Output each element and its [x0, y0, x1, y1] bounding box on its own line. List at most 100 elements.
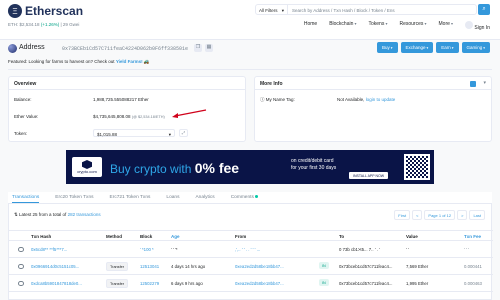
featured-notice: Featured: Looking for farms to harvest o… — [8, 59, 150, 65]
more-info-heading: More Info — [255, 77, 491, 90]
ad-banner[interactable]: crypto.com Buy crypto with 0% fee on cre… — [66, 150, 434, 184]
tab-transactions[interactable]: Transactions — [12, 192, 40, 203]
search-filter-dropdown[interactable]: All Filters ▾ — [256, 5, 288, 14]
heart-icon[interactable] — [470, 81, 476, 87]
token-label: Token: — [14, 131, 28, 136]
search-bar: All Filters ▾ Search by Address / Txn Has… — [255, 4, 477, 15]
avatar — [8, 44, 17, 53]
ether-value-rate: (@ $2,534.18/ETH) — [131, 115, 165, 119]
name-tag-label: ⓘ My Name Tag: — [260, 97, 295, 103]
chevron-down-icon: ▾ — [281, 8, 284, 13]
sign-in-link[interactable]: Sign In — [465, 21, 490, 31]
new-dot — [254, 195, 258, 198]
page-first[interactable]: First — [394, 210, 411, 220]
gaming-button[interactable]: Gaming — [461, 42, 490, 53]
eye-icon[interactable] — [18, 281, 24, 286]
tab-analytics[interactable]: Analytics — [195, 192, 214, 203]
page-indicator: Page 1 of 12 — [424, 210, 456, 220]
nav-home[interactable]: Home — [304, 21, 317, 31]
to-address: 0x73bceb1cd57c711feac4... — [339, 264, 393, 269]
from-address[interactable]: ,',.. ' ' . . ' ' ' ... — [235, 247, 260, 252]
banner-headline-bold: 0% fee — [194, 160, 240, 176]
banner-headline: Buy crypto with 0% fee — [110, 160, 239, 176]
balance-label: Balance: — [14, 97, 32, 102]
nav-blockchain[interactable]: Blockchain — [329, 21, 356, 31]
login-link[interactable]: login to update — [366, 97, 396, 102]
txn-age: 4 days 14 hrs ago — [171, 264, 206, 269]
block-number[interactable]: 12502279 — [140, 281, 159, 286]
exchange-button[interactable]: Exchange — [400, 42, 434, 53]
banner-subtext: on credit/debit card for your first 30 da… — [291, 158, 336, 172]
nav-more[interactable]: More — [439, 21, 454, 31]
txn-value: ' ' — [406, 247, 409, 252]
price-change: (+1.26%) — [40, 22, 60, 27]
divider — [8, 69, 492, 70]
eye-icon[interactable] — [18, 247, 24, 252]
col-txn-fee[interactable]: Txn Fee — [464, 234, 481, 239]
table-row: 0x0966914d0c5151c05... Transfer 12513041… — [9, 258, 493, 275]
token-value: $1,015.88 — [97, 131, 118, 137]
block-number[interactable]: ' *100 * — [140, 247, 154, 252]
logo[interactable]: Ξ Etherscan — [8, 4, 83, 18]
name-tag-label-text: My Name Tag: — [265, 97, 295, 102]
price-prefix: ETH: — [8, 22, 20, 27]
tab-loans[interactable]: Loans — [166, 192, 179, 203]
address-hash: 0x73BCEb1Cd57C711feaC4224D062b0F6ff33850… — [62, 45, 189, 52]
col-value: Value — [406, 234, 418, 239]
search-input[interactable]: Search by Address / Txn Hash / Block / T… — [288, 5, 476, 14]
eye-icon[interactable] — [18, 264, 24, 269]
buy-button[interactable]: Buy — [377, 42, 398, 53]
ether-value: $4,735,645,808.08 (@ $2,534.18/ETH) — [93, 114, 165, 119]
featured-text: Featured: Looking for farms to harvest o… — [8, 59, 116, 64]
from-address[interactable]: 0xea2ed2d58be18bb47... — [235, 281, 284, 286]
total-txns-link[interactable]: 282 transactions — [68, 212, 101, 217]
page-next[interactable]: > — [457, 210, 468, 220]
to-address: 0 73b cb1>t5... 7.. ' . ' — [339, 247, 380, 252]
copy-icon[interactable]: ❐ — [194, 44, 202, 52]
tab-comments[interactable]: Comments — [231, 192, 258, 203]
chevron-down-icon: ▾ — [168, 131, 171, 137]
token-dropdown[interactable]: $1,015.88 ▾ — [93, 129, 175, 137]
overview-card: Overview Balance: 1,988,725.555088217 Et… — [8, 76, 246, 142]
txn-fee: 0.000441 — [464, 264, 482, 269]
block-number[interactable]: 12513041 — [140, 264, 159, 269]
col-txn-hash: Txn Hash — [31, 234, 52, 239]
tab-bar: Transactions Erc20 Token Txns Erc721 Tok… — [8, 192, 492, 204]
txn-hash[interactable]: 0x0966914d0c5151c05... — [31, 264, 79, 269]
sign-in-label: Sign In — [474, 25, 490, 31]
gas-price: | 29 Gwei — [60, 22, 80, 27]
tab-erc20[interactable]: Erc20 Token Txns — [55, 192, 93, 203]
search-button[interactable]: ⌕ — [478, 4, 490, 15]
direction-badge: IN — [319, 262, 329, 269]
install-app-button[interactable]: INSTALL APP NOW — [349, 172, 389, 179]
pagination: First < Page 1 of 12 > Last — [394, 210, 485, 220]
address-buttons: Buy Exchange Earn Gaming — [377, 42, 490, 53]
qr-code-icon[interactable]: ▦ — [205, 44, 213, 52]
overview-heading: Overview — [9, 77, 245, 90]
yield-farms-link[interactable]: Yield Farms! — [116, 59, 143, 64]
ether-value-amount: $4,735,645,808.08 — [93, 114, 131, 119]
search-filter-label: All Filters — [259, 8, 278, 13]
tab-erc721[interactable]: Erc721 Token Txns — [110, 192, 151, 203]
tab-comments-label: Comments — [230, 195, 254, 200]
col-block: Block — [140, 234, 153, 239]
banner-headline-light: Buy crypto with — [110, 162, 195, 176]
ether-value-label: Ether Value: — [14, 114, 39, 119]
address-header: Address 0x73BCEb1Cd57C711feaC4224D062b0F… — [0, 40, 500, 58]
table-row: 0x6cd8** **f5***7... ' *100 * ' ' '* ,',… — [9, 241, 493, 258]
txn-hash[interactable]: 0xdca8b5901847818de0... — [31, 281, 82, 286]
more-dropdown-icon[interactable]: ▾ — [483, 80, 486, 86]
page-last[interactable]: Last — [469, 210, 485, 220]
top-navbar: Ξ Etherscan ETH: $2,534.18 (+1.26%) | 29… — [0, 0, 500, 40]
page-prev[interactable]: < — [412, 210, 423, 220]
price-value: $2,534.18 — [19, 22, 40, 27]
earn-button[interactable]: Earn — [436, 42, 459, 53]
expand-icon[interactable]: ⤢ — [179, 129, 188, 137]
txn-age: 6 days 9 hrs ago — [171, 281, 203, 286]
nav-tokens[interactable]: Tokens — [369, 21, 388, 31]
txn-hash[interactable]: 0x6cd8** **f5***7... — [31, 247, 67, 252]
nav-resources[interactable]: Resources — [399, 21, 426, 31]
more-info-card: More Info ▾ ⓘ My Name Tag: Not Available… — [254, 76, 492, 142]
col-age[interactable]: Age — [171, 234, 180, 239]
from-address[interactable]: 0xea2ed2d58be18bb47... — [235, 264, 284, 269]
